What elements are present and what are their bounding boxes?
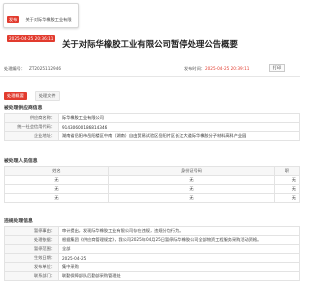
rule-section-title: 违规处理信息 — [4, 219, 33, 224]
process-number-label: 处理编号： — [4, 66, 25, 71]
notification-card[interactable]: 发布 关于对际华橡胶工业有限 2025-04-25 20:36:11 — [3, 3, 79, 42]
table-row: 处理依据： 根据集团《供应商管理规定》，我公司2025年04月25日暂停际华橡胶… — [4, 235, 300, 245]
cell: 无 — [4, 184, 109, 194]
basis-value: 根据集团《供应商管理规定》，我公司2025年04月25日暂停际华橡胶公司全部物资… — [58, 235, 300, 245]
address-label: 企业地址： — [4, 131, 59, 141]
reason-value: 审计提出，发现际华橡胶工业有限公司存在违规，违规分包行为。 — [58, 226, 300, 236]
column-header-id: 身份证号码 — [108, 166, 275, 176]
table-row: 发布单位： 集中采购 — [4, 262, 300, 272]
table-header-row: 姓名 身份证号码 职 — [4, 166, 300, 176]
credit-code-label: 统一社会信用代码： — [4, 122, 59, 132]
table-row: 无 无 无 — [4, 193, 300, 203]
credit-code-value: 91430600186814346 — [58, 122, 300, 132]
supplier-name-value: 际华橡胶工业有限公司 — [58, 113, 300, 123]
cell: 无 — [4, 175, 109, 185]
column-header-position: 职 — [274, 166, 300, 176]
reason-label: 暂停事由： — [4, 226, 59, 236]
publish-time: 发布时间：2025-04-25 20:39:11 — [184, 66, 249, 72]
publisher-label: 发布单位： — [4, 262, 59, 272]
tab-summary[interactable]: 处理概要 — [4, 92, 27, 100]
notification-tag: 发布 — [7, 16, 20, 23]
table-row: 生效日期： 2025-04-25 — [4, 253, 300, 263]
cell: 无 — [274, 184, 300, 194]
rule-table: 暂停事由： 审计提出，发现际华橡胶工业有限公司存在违规，违规分包行为。 处理依据… — [4, 226, 300, 281]
cell: 无 — [108, 193, 275, 203]
table-row: 企业地址： 湖南省岳阳市岳阳楼区中南（湖南）自由贸易试验区岳阳片区长江大道际华橡… — [4, 131, 300, 141]
cell: 无 — [4, 193, 109, 203]
table-row: 联系部门： 联勤保障部队后勤部采购管理处 — [4, 271, 300, 281]
address-value: 湖南省岳阳市岳阳楼区中南（湖南）自由贸易试验区岳阳片区长江大道际华橡胶分子材料高… — [58, 131, 300, 141]
cell: 无 — [274, 175, 300, 185]
table-row: 无 无 无 — [4, 175, 300, 185]
persons-table: 姓名 身份证号码 职 无 无 无 无 无 无 无 无 无 — [4, 166, 300, 203]
cell: 无 — [274, 193, 300, 203]
notification-time: 2025-04-25 20:36:11 — [7, 35, 56, 42]
publisher-value: 集中采购 — [58, 262, 300, 272]
print-button[interactable]: 打印 — [269, 64, 285, 72]
tab-bar: 处理概要 处理文件 — [4, 82, 63, 101]
table-row: 统一社会信用代码： 91430600186814346 — [4, 122, 300, 132]
process-number-value: ZT2025112946 — [28, 66, 62, 71]
tab-files[interactable]: 处理文件 — [34, 91, 60, 101]
basis-label: 处理依据： — [4, 235, 59, 245]
supplier-name-label: 供应商名称： — [4, 113, 59, 123]
process-number: 处理编号： ZT2025112946 — [4, 66, 61, 72]
table-row: 暂停范围： 全部 — [4, 244, 300, 254]
divider — [0, 76, 300, 77]
publish-time-label: 发布时间： — [184, 66, 205, 71]
table-row: 暂停事由： 审计提出，发现际华橡胶工业有限公司存在违规，违规分包行为。 — [4, 226, 300, 236]
notification-title: 关于对际华橡胶工业有限 — [25, 17, 72, 22]
contact-dept-label: 联系部门： — [4, 271, 59, 281]
scope-label: 暂停范围： — [4, 244, 59, 254]
contact-dept-value: 联勤保障部队后勤部采购管理处 — [58, 271, 300, 281]
column-header-name: 姓名 — [4, 166, 109, 176]
table-row: 供应商名称： 际华橡胶工业有限公司 — [4, 113, 300, 123]
cell: 无 — [108, 175, 275, 185]
supplier-section-title: 被处理供应商信息 — [4, 106, 43, 111]
table-row: 无 无 无 — [4, 184, 300, 194]
persons-section-title: 被处理人员信息 — [4, 159, 38, 164]
cell: 无 — [108, 184, 275, 194]
meta-bar: 处理编号： ZT2025112946 发布时间：2025-04-25 20:39:… — [0, 64, 300, 74]
publish-time-value: 2025-04-25 20:39:11 — [204, 66, 250, 71]
effective-date-value: 2025-04-25 — [58, 253, 300, 263]
supplier-table: 供应商名称： 际华橡胶工业有限公司 统一社会信用代码： 914306001868… — [4, 113, 300, 141]
scope-value: 全部 — [58, 244, 300, 254]
effective-date-label: 生效日期： — [4, 253, 59, 263]
